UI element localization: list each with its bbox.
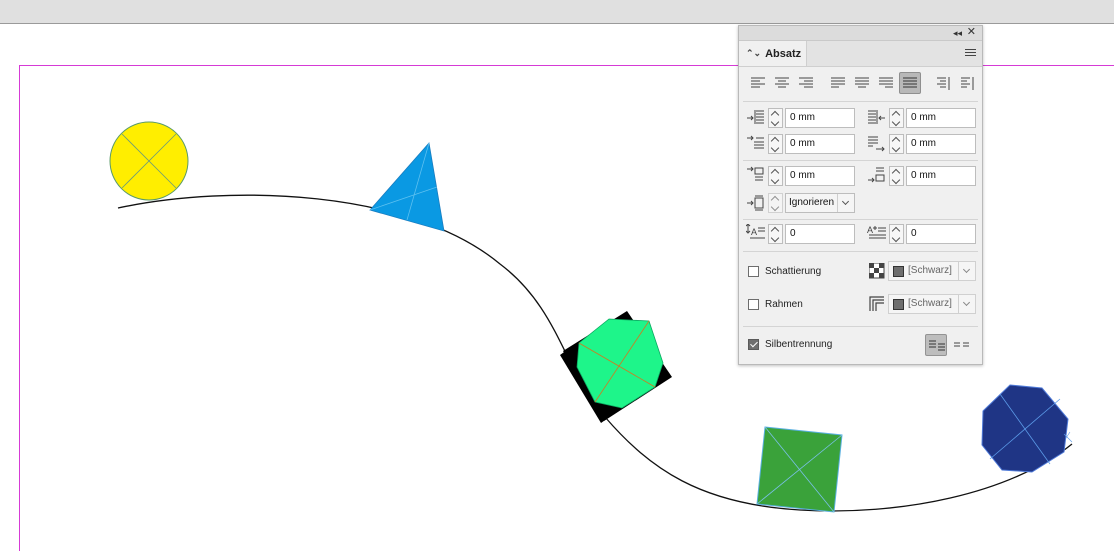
first-line-indent-icon (747, 135, 764, 149)
align-right-button[interactable] (795, 72, 817, 94)
chevron-down-icon[interactable] (958, 262, 975, 280)
collapse-panel-icon[interactable]: ◂◂ (953, 27, 962, 39)
separator (743, 326, 978, 327)
drop-cap-chars-stepper[interactable] (889, 224, 904, 244)
space-before-icon (747, 166, 764, 181)
border-color-select[interactable]: [Schwarz] (888, 294, 976, 314)
shading-checkbox[interactable] (748, 266, 759, 277)
last-line-indent-icon (868, 136, 885, 152)
svg-text:A: A (751, 227, 757, 237)
application-top-bar (0, 0, 1114, 24)
right-indent-icon (868, 110, 885, 124)
baseline-grid-value: Ignorieren (789, 197, 835, 208)
right-indent-field[interactable]: 0 mm (906, 108, 976, 128)
drop-cap-lines-icon: A (746, 224, 765, 239)
last-line-indent-field[interactable]: 0 mm (906, 134, 976, 154)
shading-color-value: [Schwarz] (908, 265, 952, 276)
yellow-circle-shape[interactable] (109, 121, 189, 201)
paragraph-composer-button[interactable] (925, 334, 947, 356)
paragraph-composer-icon (929, 340, 945, 351)
space-after-field[interactable]: 0 mm (906, 166, 976, 186)
space-before-field[interactable]: 0 mm (785, 166, 855, 186)
shading-label: Schattierung (765, 266, 822, 277)
checker-grid-icon (869, 263, 885, 279)
panel-tab-row: ⌃⌄ Absatz (739, 41, 982, 67)
grid-align-stepper[interactable] (768, 193, 783, 213)
border-color-value: [Schwarz] (908, 298, 952, 309)
baseline-grid-select[interactable]: Ignorieren (785, 193, 855, 213)
justify-right-button[interactable] (875, 72, 897, 94)
drop-cap-chars-field[interactable]: 0 (906, 224, 976, 244)
single-line-composer-button[interactable] (951, 334, 973, 356)
justify-left-icon (831, 77, 845, 88)
green-square-shape[interactable] (756, 426, 843, 513)
justify-center-icon (855, 77, 869, 88)
panel-title-bar[interactable]: ◂◂ ✕ (739, 26, 982, 41)
shading-color-swatch (893, 266, 904, 277)
space-after-stepper[interactable] (889, 166, 904, 186)
svg-text:A: A (867, 225, 873, 235)
chevron-down-icon[interactable] (958, 295, 975, 313)
justify-right-icon (879, 77, 893, 88)
right-indent-stepper[interactable] (889, 108, 904, 128)
hyphenation-label: Silbentrennung (765, 339, 833, 350)
justify-all-icon (903, 77, 917, 88)
border-label: Rahmen (765, 299, 803, 310)
left-indent-icon (747, 110, 764, 124)
navy-octagon-shape[interactable] (981, 384, 1073, 473)
shading-color-select[interactable]: [Schwarz] (888, 261, 976, 281)
align-center-button[interactable] (771, 72, 793, 94)
align-left-icon (751, 77, 765, 88)
separator (743, 160, 978, 161)
align-to-grid-icon (747, 195, 764, 211)
drop-cap-lines-field[interactable]: 0 (785, 224, 855, 244)
tab-expand-arrows-icon[interactable]: ⌃⌄ (746, 48, 761, 59)
border-checkbox[interactable] (748, 299, 759, 310)
justify-left-button[interactable] (827, 72, 849, 94)
paragraph-panel: ◂◂ ✕ ⌃⌄ Absatz 0 mm 0 mm 0 mm 0 mm 0 mm … (738, 25, 983, 365)
left-indent-field[interactable]: 0 mm (785, 108, 855, 128)
tab-absatz[interactable]: ⌃⌄ Absatz (739, 41, 807, 66)
first-line-indent-stepper[interactable] (768, 134, 783, 154)
first-line-indent-field[interactable]: 0 mm (785, 134, 855, 154)
justify-center-button[interactable] (851, 72, 873, 94)
align-away-from-spine-icon (961, 77, 974, 90)
chevron-down-icon[interactable] (837, 194, 854, 212)
blue-triangle-shape[interactable] (369, 142, 445, 232)
alignment-button-row (747, 72, 975, 96)
border-color-swatch (893, 299, 904, 310)
corner-frame-icon (869, 296, 884, 311)
justify-all-button[interactable] (899, 72, 921, 94)
space-after-icon (868, 167, 885, 183)
align-left-button[interactable] (747, 72, 769, 94)
separator (743, 101, 978, 102)
align-toward-spine-icon (937, 77, 950, 90)
hyphenation-checkbox[interactable] (748, 339, 759, 350)
left-indent-stepper[interactable] (768, 108, 783, 128)
space-before-stepper[interactable] (768, 166, 783, 186)
single-line-composer-icon (954, 342, 969, 347)
close-icon[interactable]: ✕ (967, 26, 976, 39)
drop-cap-chars-icon: A (867, 225, 886, 239)
panel-menu-icon[interactable] (965, 47, 976, 57)
drop-cap-lines-stepper[interactable] (768, 224, 783, 244)
separator (743, 219, 978, 220)
align-center-icon (775, 77, 789, 88)
tab-label: Absatz (765, 47, 802, 60)
align-toward-spine-button[interactable] (933, 72, 955, 94)
last-line-indent-stepper[interactable] (889, 134, 904, 154)
align-right-icon (799, 77, 813, 88)
separator (743, 251, 978, 252)
green-diamond-shape[interactable] (560, 311, 672, 423)
align-away-from-spine-button[interactable] (957, 72, 979, 94)
